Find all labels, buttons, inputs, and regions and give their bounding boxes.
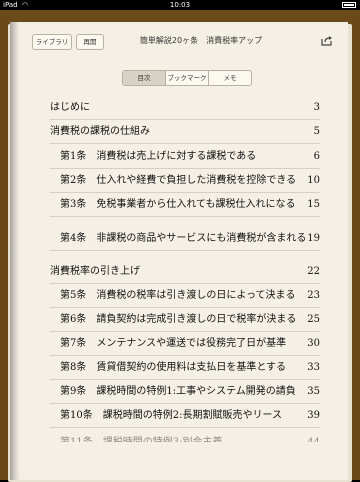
- toc-label: 第10条 課税時間の特例2:長期割賦販売やリース: [60, 410, 282, 421]
- status-bar: iPad ◠ 10:03: [0, 0, 360, 10]
- toc-label: 第3条 免税事業者から仕入れても課税仕入れになる: [60, 199, 296, 210]
- toc-row-article[interactable]: 第5条 消費税の税率は引き渡しの日によって決まる 23: [50, 284, 320, 308]
- toc-list: はじめに 3 消費税の課税の仕組み 5 第1条 消費税は売上げに対する課税である…: [50, 100, 320, 442]
- share-icon[interactable]: [320, 35, 334, 47]
- tab-notes[interactable]: メモ: [209, 71, 251, 85]
- toc-page-number: 35: [307, 386, 320, 397]
- tab-contents[interactable]: 目次: [123, 71, 166, 85]
- toc-row-article[interactable]: 第4条 非課税の商品やサービスにも消費税が含まれる 19: [50, 217, 320, 251]
- toc-row-article[interactable]: 第3条 免税事業者から仕入れても課税仕入れになる 15: [50, 193, 320, 217]
- toc-label: 第11条 課税時間の特例3:別会主義: [60, 433, 222, 442]
- toc-page-number: 3: [313, 102, 320, 113]
- toc-page: ライブラリ 再開 簡単解説20ヶ条 消費税率アップ 目次 ブックマーク メモ は…: [10, 22, 348, 480]
- toc-row-section[interactable]: 消費税の課税の仕組み 5: [50, 120, 320, 144]
- view-segmented-control: 目次 ブックマーク メモ: [122, 70, 252, 86]
- toc-row-section[interactable]: 消費税率の引き上げ 22: [50, 251, 320, 284]
- toc-page-number: 39: [307, 410, 320, 421]
- toc-label: 消費税率の引き上げ: [50, 266, 140, 277]
- toc-label: 消費税の課税の仕組み: [50, 126, 150, 137]
- toc-row-article[interactable]: 第11条 課税時間の特例3:別会主義 44: [50, 428, 320, 442]
- toc-label: 第9条 課税時間の特例1:工事やシステム開発の請負: [60, 386, 296, 397]
- clock: 10:03: [169, 1, 191, 9]
- toc-page-number: 5: [313, 126, 320, 137]
- toc-page-number: 30: [307, 338, 320, 349]
- resume-button[interactable]: 再開: [76, 34, 104, 50]
- book-title: 簡単解説20ヶ条 消費税率アップ: [139, 36, 263, 45]
- toc-row-article[interactable]: 第9条 課税時間の特例1:工事やシステム開発の請負 35: [50, 380, 320, 404]
- toc-label: 第1条 消費税は売上げに対する課税である: [60, 151, 257, 162]
- library-button[interactable]: ライブラリ: [32, 34, 72, 50]
- toc-label: 第4条 非課税の商品やサービスにも消費税が含まれる: [60, 233, 307, 244]
- toc-row-article[interactable]: 第10条 課税時間の特例2:長期割賦販売やリース 39: [50, 404, 320, 428]
- tab-bookmarks[interactable]: ブックマーク: [166, 71, 209, 85]
- spine-shadow: [10, 22, 20, 480]
- toc-label: はじめに: [50, 102, 90, 113]
- toc-page-number: 10: [307, 175, 320, 186]
- toc-label: 第7条 メンテナンスや運送では役務完了日が基準: [60, 338, 287, 349]
- toc-label: 第2条 仕入れや経費で負担した消費税を控除できる: [60, 175, 297, 186]
- toc-row-article[interactable]: 第7条 メンテナンスや運送では役務完了日が基準 30: [50, 332, 320, 356]
- battery-icon: [342, 2, 356, 8]
- toc-page-number: 19: [307, 233, 320, 244]
- book-cover: ライブラリ 再開 簡単解説20ヶ条 消費税率アップ 目次 ブックマーク メモ は…: [0, 10, 360, 482]
- toc-label: 第5条 消費税の税率は引き渡しの日によって決まる: [60, 290, 296, 301]
- toc-page-number: 15: [307, 199, 320, 210]
- toc-row-intro[interactable]: はじめに 3: [50, 100, 320, 120]
- toc-label: 第8条 賃貸借契約の使用料は支払日を基準とする: [60, 362, 287, 373]
- toc-row-article[interactable]: 第2条 仕入れや経費で負担した消費税を控除できる 10: [50, 169, 320, 193]
- toc-row-article[interactable]: 第8条 賃貸借契約の使用料は支払日を基準とする 33: [50, 356, 320, 380]
- toc-label: 第6条 請負契約は完成引き渡しの日で税率が決まる: [60, 314, 297, 325]
- toc-page-number: 25: [307, 314, 320, 325]
- toc-page-number: 22: [307, 266, 320, 277]
- toc-page-number: 44: [307, 437, 320, 442]
- toc-page-number: 6: [313, 151, 320, 162]
- toc-page-number: 23: [307, 290, 320, 301]
- toc-page-number: 33: [307, 362, 320, 373]
- toc-row-article[interactable]: 第1条 消費税は売上げに対する課税である 6: [50, 144, 320, 169]
- toc-row-article[interactable]: 第6条 請負契約は完成引き渡しの日で税率が決まる 25: [50, 308, 320, 332]
